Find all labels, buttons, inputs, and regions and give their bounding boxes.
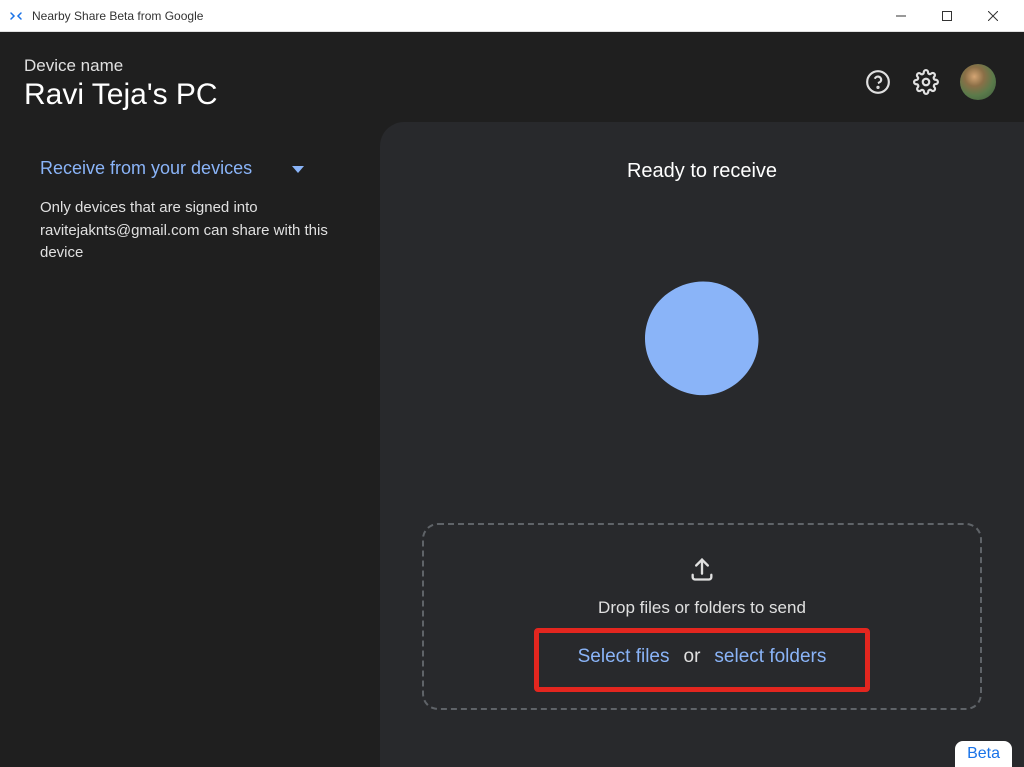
nearby-share-app-icon xyxy=(8,8,24,24)
app-header: Device name Ravi Teja's PC xyxy=(0,32,1024,122)
device-name-label: Device name xyxy=(24,56,218,76)
receive-visibility-dropdown[interactable]: Receive from your devices xyxy=(40,158,350,179)
select-files-link[interactable]: Select files xyxy=(578,646,670,668)
help-icon[interactable] xyxy=(864,68,892,96)
minimize-button[interactable] xyxy=(878,0,924,32)
sidebar: Receive from your devices Only devices t… xyxy=(0,122,380,767)
device-name-value: Ravi Teja's PC xyxy=(24,78,218,112)
or-text: or xyxy=(684,646,701,668)
blob-icon xyxy=(631,267,773,409)
window-title: Nearby Share Beta from Google xyxy=(32,9,878,23)
header-actions xyxy=(864,64,996,100)
gear-icon[interactable] xyxy=(912,68,940,96)
chevron-down-icon xyxy=(292,158,304,179)
beta-badge: Beta xyxy=(955,741,1012,767)
titlebar: Nearby Share Beta from Google xyxy=(0,0,1024,32)
receive-dropdown-label: Receive from your devices xyxy=(40,158,252,179)
close-button[interactable] xyxy=(970,0,1016,32)
receive-description: Only devices that are signed into ravite… xyxy=(40,197,350,265)
upload-icon xyxy=(688,555,716,588)
select-row: Select files or select folders xyxy=(578,646,827,668)
drop-zone-text: Drop files or folders to send xyxy=(598,598,806,618)
drop-zone[interactable]: Drop files or folders to send Select fil… xyxy=(422,523,982,710)
select-folders-link[interactable]: select folders xyxy=(714,646,826,668)
main-panel: Ready to receive Drop files or fo xyxy=(380,122,1024,767)
avatar[interactable] xyxy=(960,64,996,100)
window-controls xyxy=(878,0,1016,32)
device-info: Device name Ravi Teja's PC xyxy=(24,56,218,112)
ready-to-receive-title: Ready to receive xyxy=(627,160,777,183)
maximize-button[interactable] xyxy=(924,0,970,32)
receive-indicator xyxy=(627,263,777,413)
